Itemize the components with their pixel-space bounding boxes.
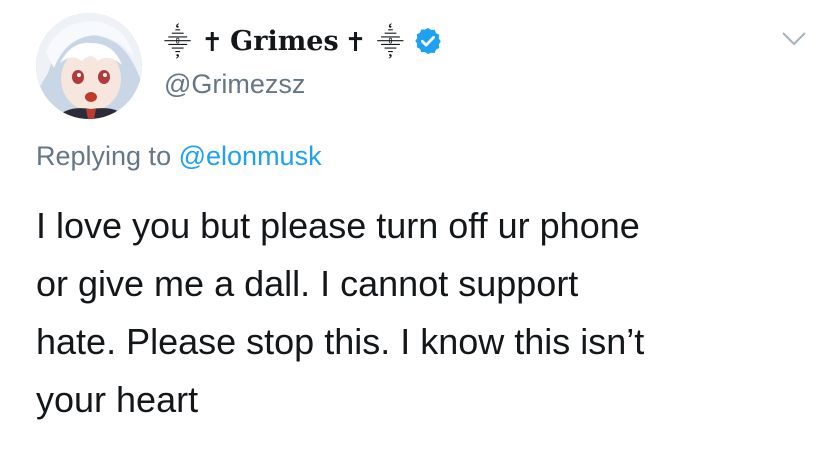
display-name-row[interactable]: ⸎ ✝ Grimes ✝ ⸎ (164, 21, 443, 61)
name-decoration-right: ✝ ⸎ (344, 28, 405, 58)
display-name[interactable]: Grimes (230, 26, 339, 57)
tweet-text: I love you but please turn off ur phone … (36, 197, 806, 429)
reply-mention-link[interactable]: @elonmusk (179, 141, 322, 171)
verified-badge-icon (415, 27, 441, 55)
chevron-down-icon[interactable] (781, 30, 807, 48)
user-handle[interactable]: @Grimezsz (164, 69, 305, 100)
name-decoration-left: ⸎ ✝ (164, 28, 225, 58)
replying-to-label: Replying to (36, 141, 172, 171)
avatar[interactable] (36, 13, 142, 119)
avatar-image (36, 13, 142, 119)
replying-to: Replying to @elonmusk (36, 141, 322, 172)
tweet-text-line: your heart (36, 379, 199, 420)
tweet-text-line: I love you but please turn off ur phone (36, 205, 640, 246)
tweet: ⸎ ✝ Grimes ✝ ⸎ @Grimezsz Replying to @el… (0, 0, 828, 467)
tweet-text-line: or give me a dall. I cannot support (36, 263, 579, 304)
tweet-text-line: hate. Please stop this. I know this isn’… (36, 321, 645, 362)
